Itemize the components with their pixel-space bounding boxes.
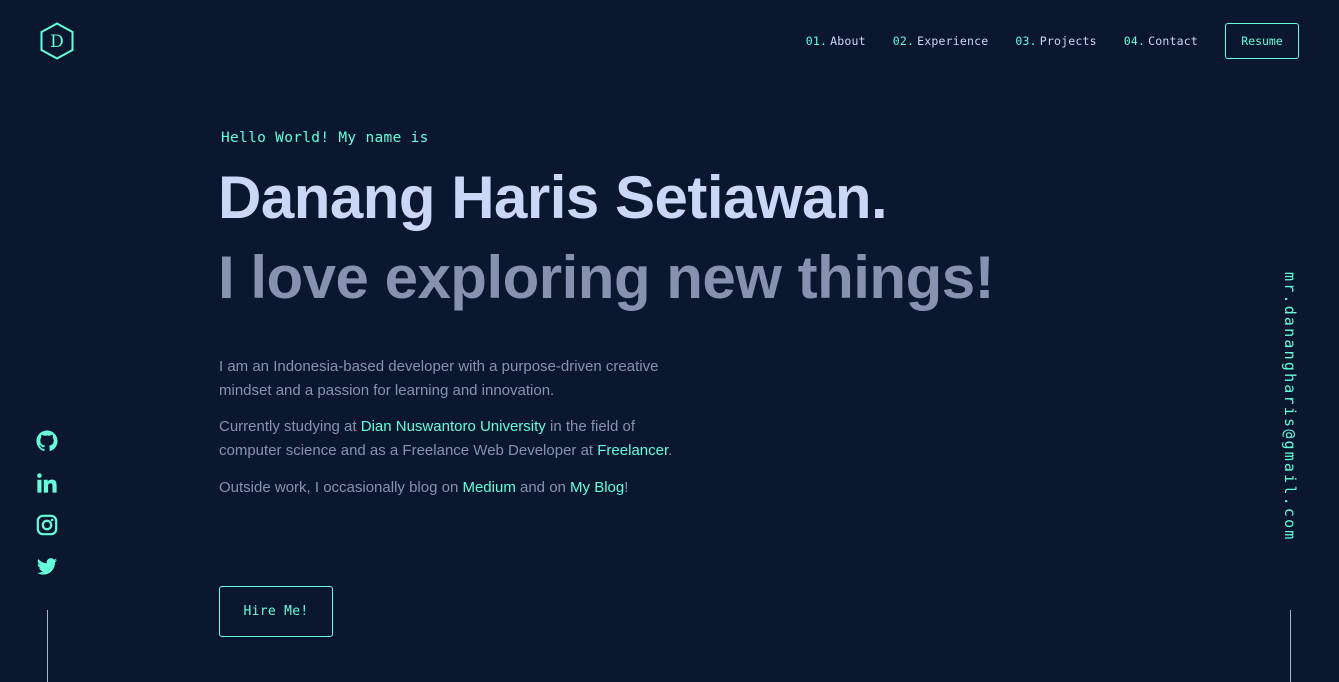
- logo-letter: D: [50, 31, 64, 52]
- blog-link[interactable]: My Blog: [570, 479, 624, 496]
- nav-link-projects[interactable]: 03. Projects: [1015, 34, 1096, 48]
- nav-link-about[interactable]: 01. About: [806, 34, 866, 48]
- nav-link-contact[interactable]: 04. Contact: [1124, 34, 1198, 48]
- bio-text: Outside work, I occasionally blog on: [219, 479, 463, 496]
- bio-text: !: [624, 479, 629, 496]
- bio-text: Currently studying at: [219, 418, 361, 435]
- email-link[interactable]: mr.danangharis@gmail.com: [1281, 272, 1299, 542]
- twitter-link[interactable]: [35, 555, 59, 579]
- nav-link-experience[interactable]: 02. Experience: [893, 34, 989, 48]
- bio-text: and on: [515, 479, 571, 496]
- right-vertical-line: [1290, 610, 1291, 682]
- linkedin-icon: [37, 473, 57, 493]
- bio-paragraph-3: Outside work, I occasionally blog on Med…: [219, 476, 679, 500]
- nav-label: Experience: [917, 34, 989, 48]
- top-nav: 01. About 02. Experience 03. Projects 04. Co…: [806, 23, 1299, 59]
- bio-paragraph-1: I am an Indonesia-based developer with a…: [219, 358, 659, 399]
- hero-tagline: I love exploring new things!: [218, 244, 995, 311]
- nav-label: About: [830, 34, 866, 48]
- hire-me-button[interactable]: Hire Me!: [219, 586, 333, 637]
- github-link[interactable]: [35, 429, 59, 453]
- nav-number: 01.: [805, 34, 828, 48]
- social-links: [35, 429, 59, 597]
- logo[interactable]: D: [39, 22, 75, 60]
- instagram-icon: [36, 514, 58, 536]
- nav-number: 02.: [892, 34, 915, 48]
- twitter-icon: [36, 558, 58, 575]
- left-vertical-line: [47, 610, 48, 682]
- medium-link[interactable]: Medium: [462, 479, 515, 496]
- nav-number: 04.: [1123, 34, 1146, 48]
- nav-number: 03.: [1015, 34, 1037, 48]
- nav-label: Projects: [1039, 34, 1097, 48]
- greeting-text: Hello World! My name is: [221, 130, 429, 146]
- github-icon: [36, 430, 58, 452]
- nav-label: Contact: [1148, 34, 1198, 48]
- resume-button[interactable]: Resume: [1225, 23, 1299, 59]
- bio-paragraph-2: Currently studying at Dian Nuswantoro Un…: [219, 415, 679, 463]
- freelancer-link[interactable]: Freelancer: [597, 442, 668, 459]
- linkedin-link[interactable]: [35, 471, 59, 495]
- bio-text: .: [668, 442, 673, 459]
- hero-name: Danang Haris Setiawan.: [218, 164, 888, 231]
- instagram-link[interactable]: [35, 513, 59, 537]
- university-link[interactable]: Dian Nuswantoro University: [361, 418, 546, 435]
- bio: I am an Indonesia-based developer with a…: [219, 355, 679, 513]
